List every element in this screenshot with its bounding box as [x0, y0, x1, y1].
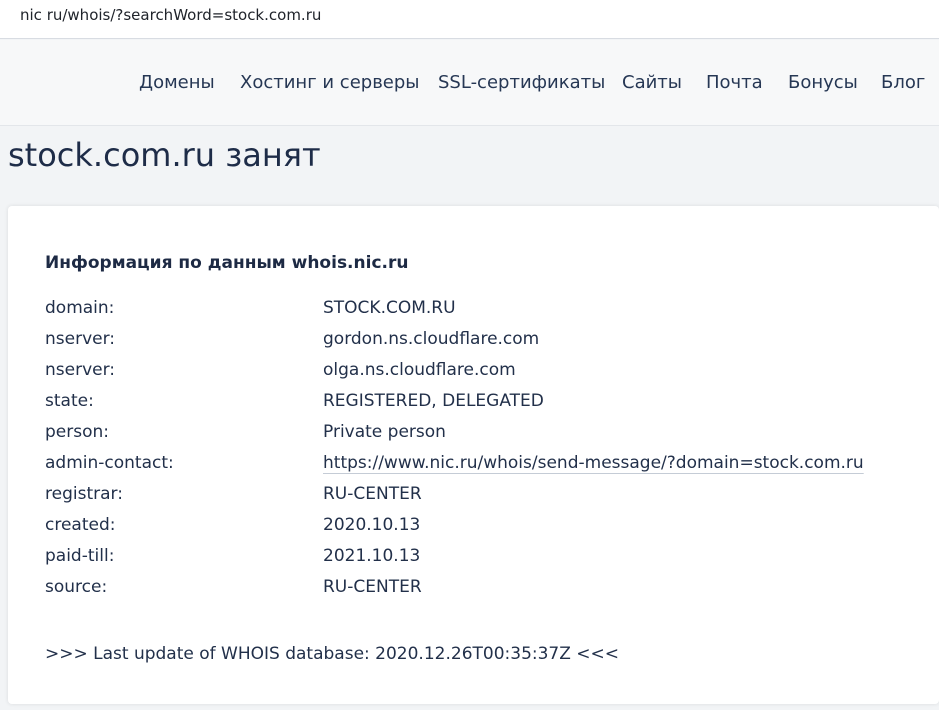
whois-value: olga.ns.cloudflare.com [323, 360, 516, 380]
whois-value: RU-CENTER [323, 577, 422, 597]
nav-item-ssl[interactable]: SSL-сертификаты [438, 72, 605, 93]
nav-item-hosting[interactable]: Хостинг и серверы [240, 72, 420, 93]
whois-row-admin-contact: admin-contact: https://www.nic.ru/whois/… [8, 453, 939, 481]
whois-row-state: state: REGISTERED, DELEGATED [8, 391, 939, 419]
whois-key: registrar: [45, 484, 123, 504]
nav-item-sites[interactable]: Сайты [622, 72, 682, 93]
whois-card: Информация по данным whois.nic.ru domain… [8, 206, 939, 704]
whois-key: nserver: [45, 329, 116, 349]
top-navigation: Домены Хостинг и серверы SSL-сертификаты… [0, 40, 939, 126]
whois-key: state: [45, 391, 94, 411]
page-title: stock.com.ru занят [8, 136, 321, 174]
nav-item-blog[interactable]: Блог [881, 72, 925, 93]
whois-key: person: [45, 422, 109, 442]
whois-row-person: person: Private person [8, 422, 939, 450]
whois-key: paid-till: [45, 546, 115, 566]
whois-value: 2020.10.13 [323, 515, 421, 535]
whois-row-source: source: RU-CENTER [8, 577, 939, 605]
whois-key: source: [45, 577, 108, 597]
whois-last-update: >>> Last update of WHOIS database: 2020.… [45, 644, 620, 664]
whois-row-paid-till: paid-till: 2021.10.13 [8, 546, 939, 574]
whois-key: admin-contact: [45, 453, 174, 473]
whois-value: 2021.10.13 [323, 546, 421, 566]
whois-value: gordon.ns.cloudflare.com [323, 329, 540, 349]
whois-heading: Информация по данным whois.nic.ru [45, 253, 409, 273]
whois-key: domain: [45, 298, 115, 318]
whois-key: created: [45, 515, 116, 535]
nav-item-mail[interactable]: Почта [706, 72, 763, 93]
whois-row-nserver: nserver: gordon.ns.cloudflare.com [8, 329, 939, 357]
nav-item-bonuses[interactable]: Бонусы [788, 72, 858, 93]
whois-value: REGISTERED, DELEGATED [323, 391, 544, 411]
whois-row-domain: domain: STOCK.COM.RU [8, 298, 939, 326]
whois-row-nserver: nserver: olga.ns.cloudflare.com [8, 360, 939, 388]
nav-item-domains[interactable]: Домены [139, 72, 215, 93]
whois-value: STOCK.COM.RU [323, 298, 456, 318]
url-text[interactable]: nic ru/whois/?searchWord=stock.com.ru [20, 6, 321, 24]
whois-value: Private person [323, 422, 446, 442]
address-bar[interactable]: nic ru/whois/?searchWord=stock.com.ru [0, 0, 939, 39]
whois-value: RU-CENTER [323, 484, 422, 504]
whois-key: nserver: [45, 360, 116, 380]
whois-row-created: created: 2020.10.13 [8, 515, 939, 543]
admin-contact-link[interactable]: https://www.nic.ru/whois/send-message/?d… [323, 453, 864, 473]
whois-row-registrar: registrar: RU-CENTER [8, 484, 939, 512]
